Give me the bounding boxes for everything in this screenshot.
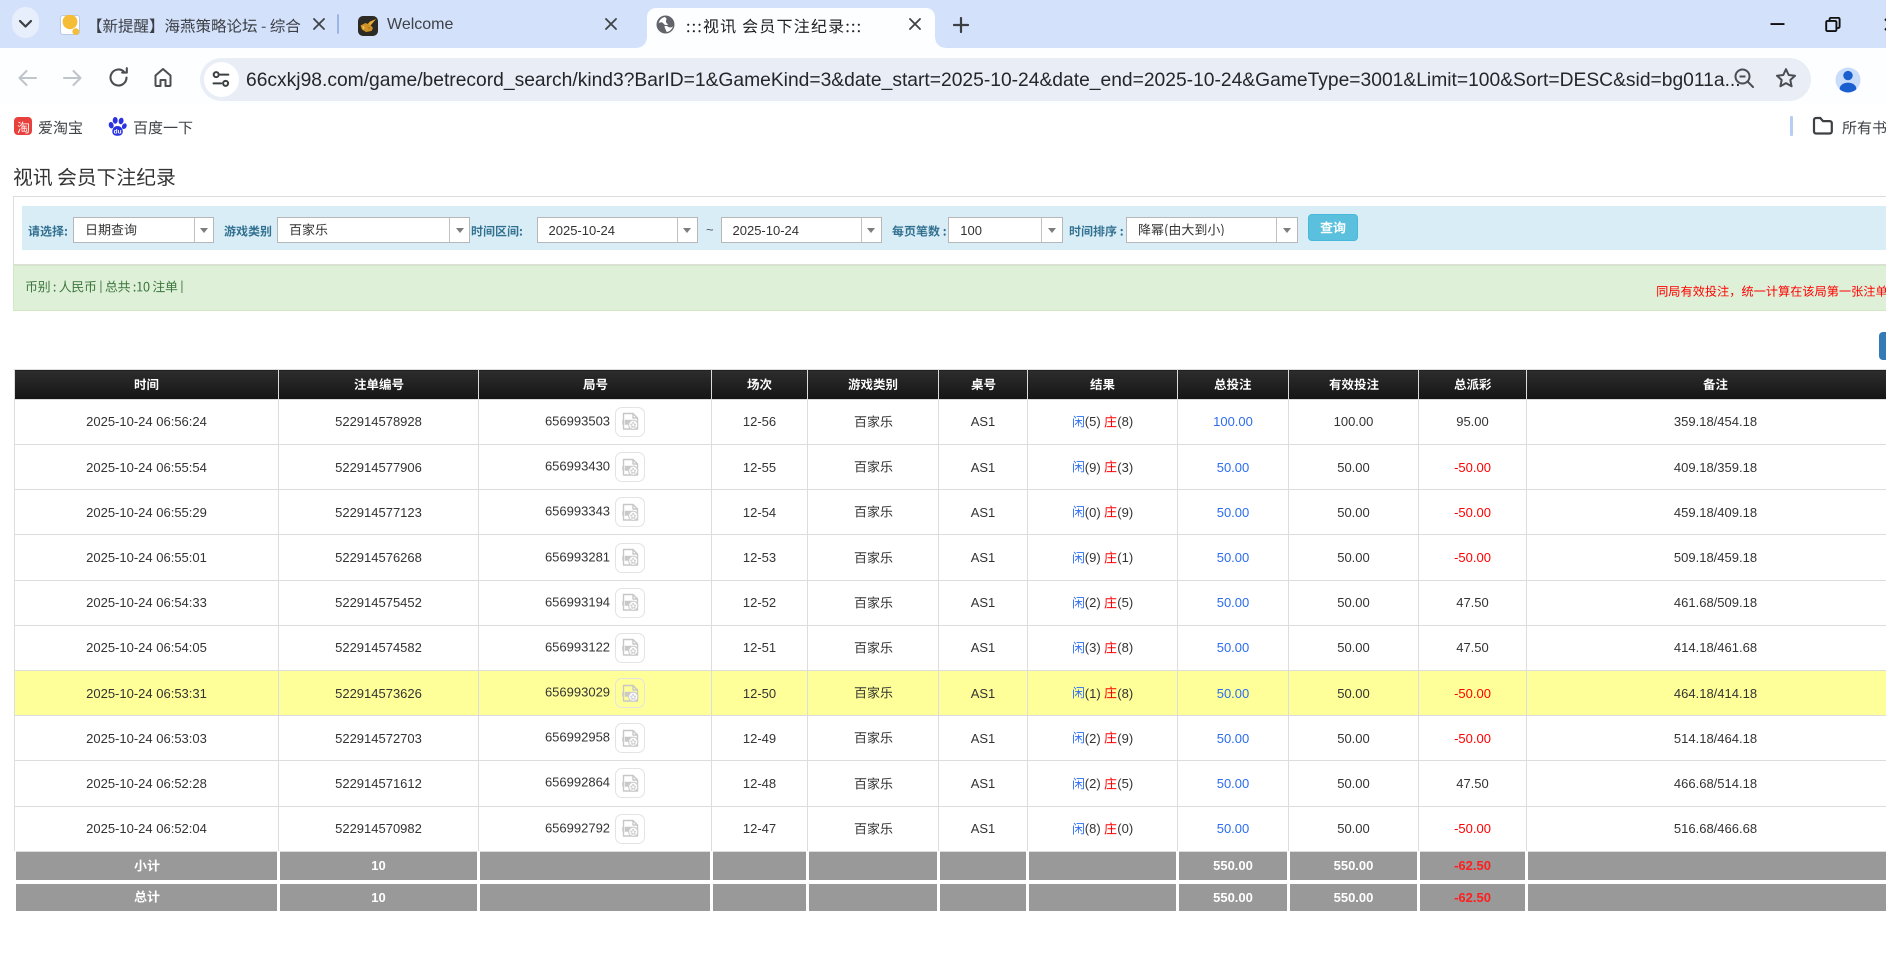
svg-text:du: du [114, 129, 122, 136]
